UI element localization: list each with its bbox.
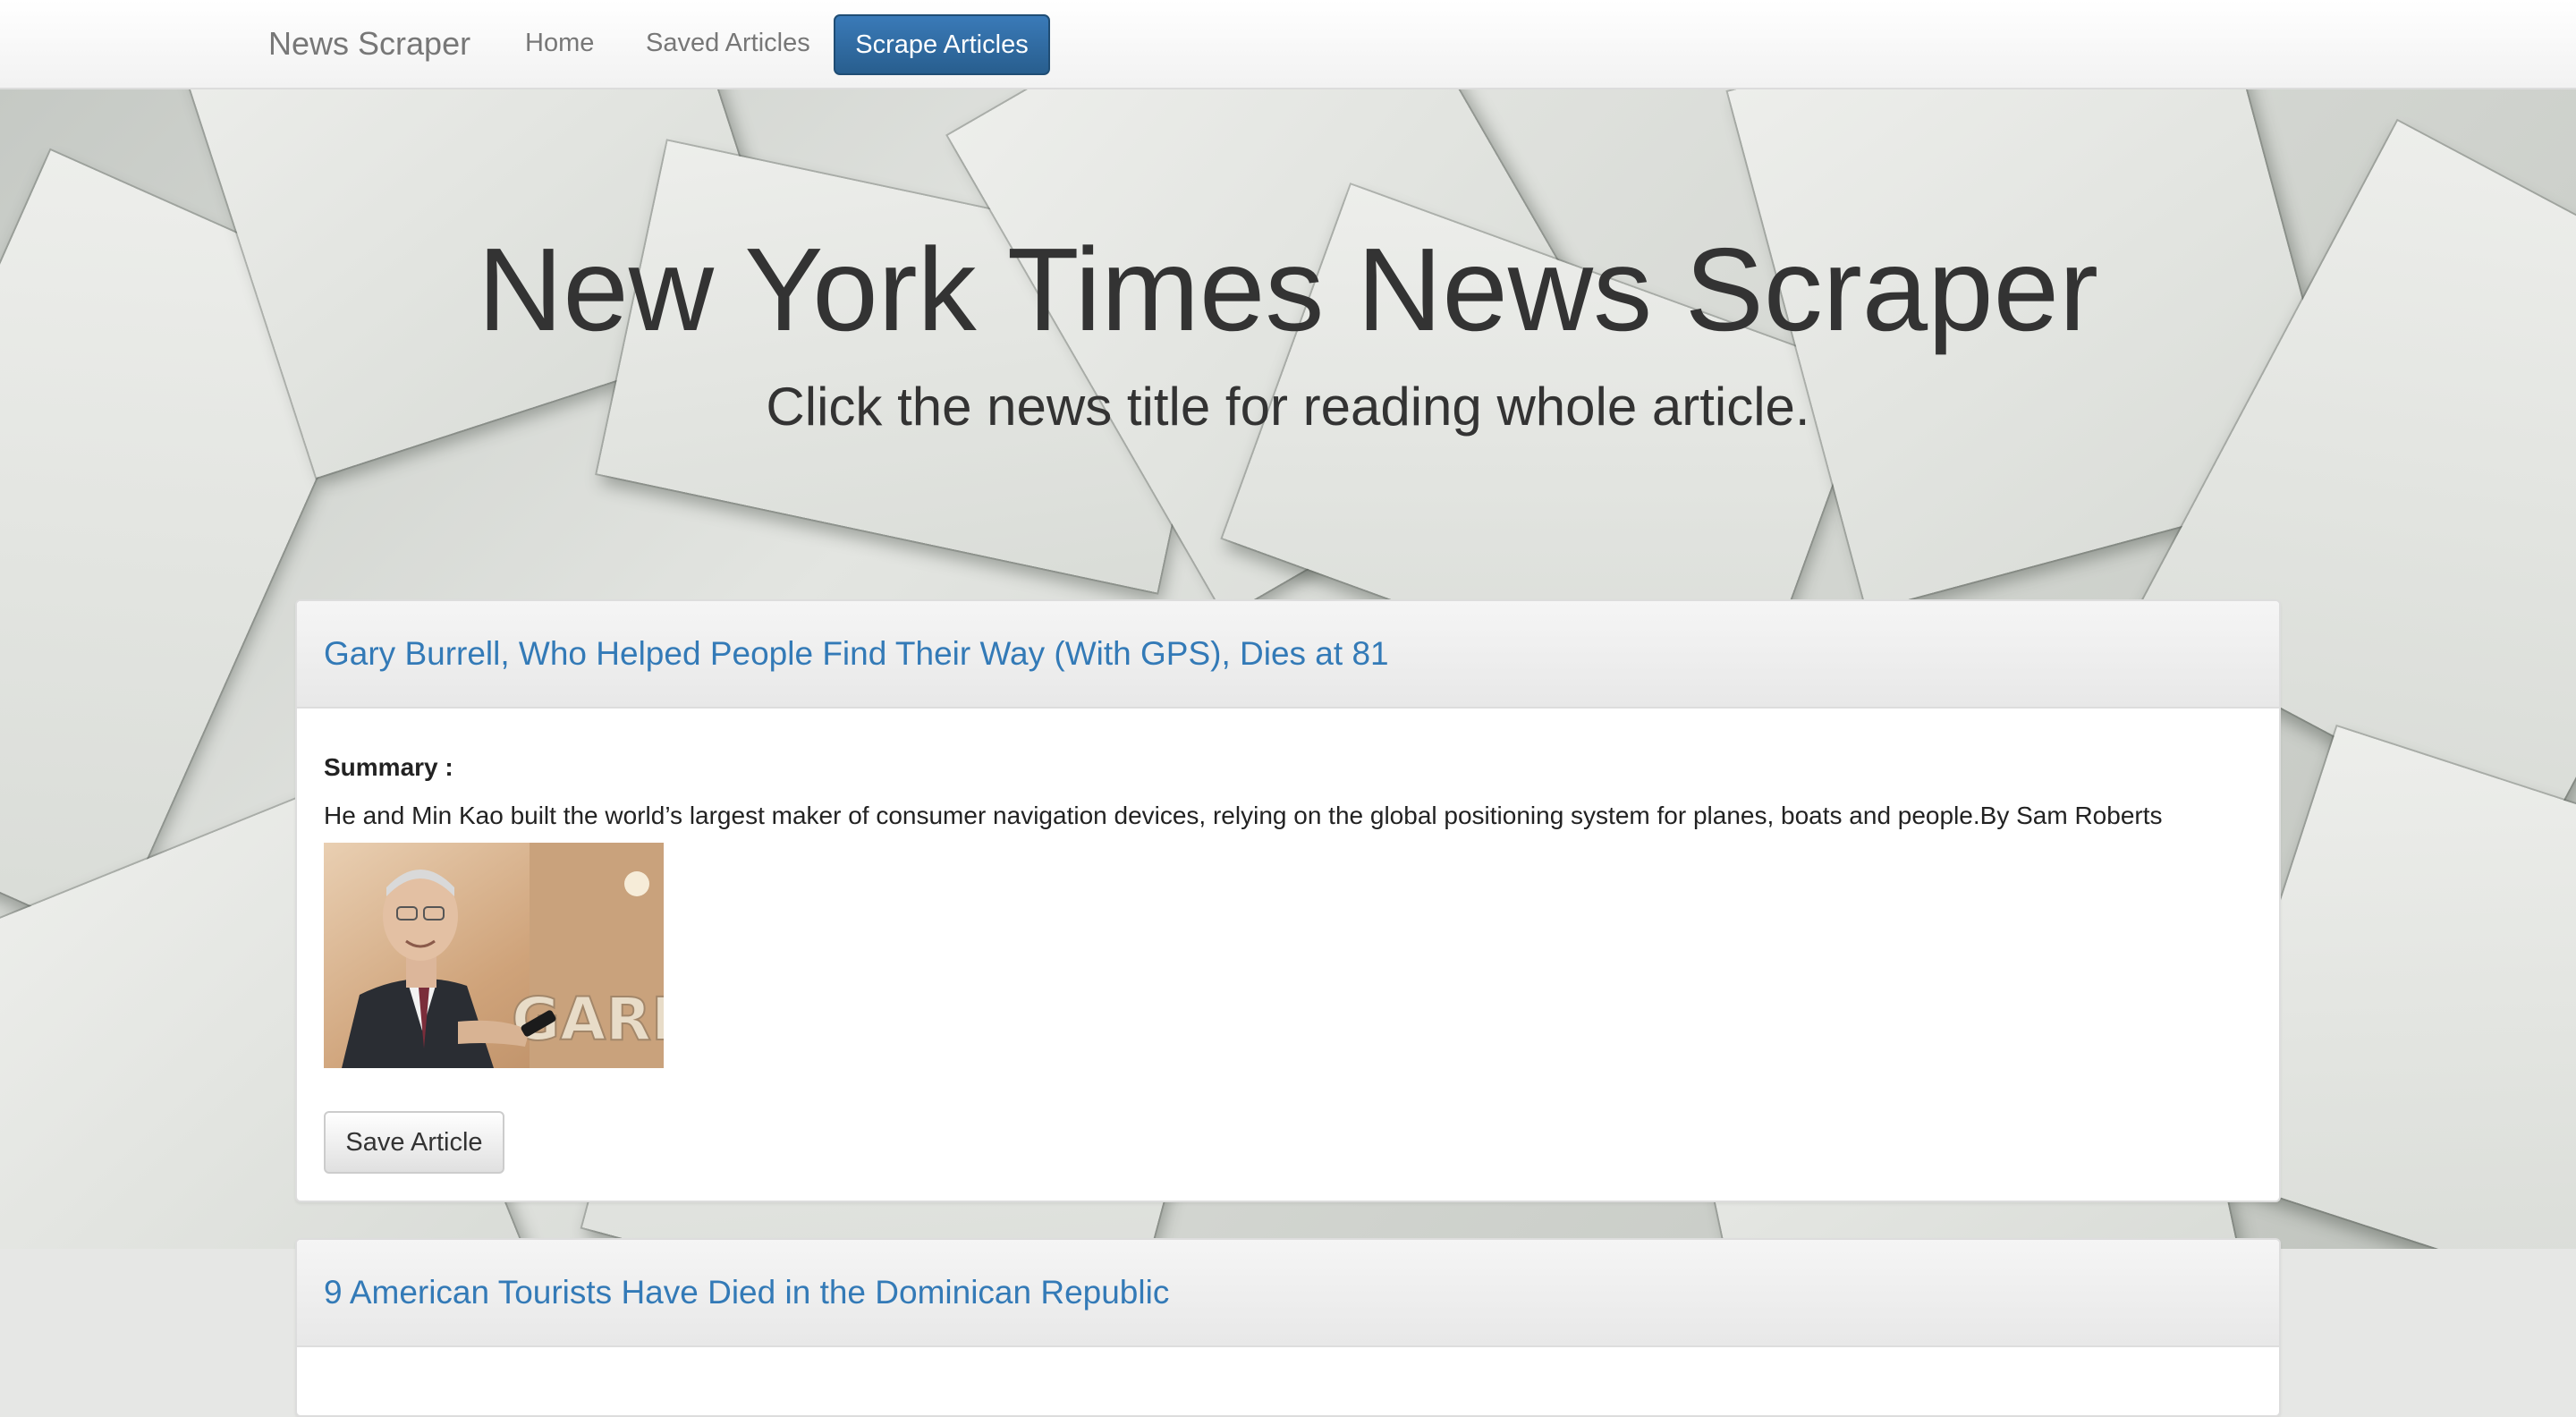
article-card-header: Gary Burrell, Who Helped People Find The… [297, 601, 2279, 708]
article-title-link[interactable]: 9 American Tourists Have Died in the Dom… [324, 1274, 1169, 1311]
nav-home-link[interactable]: Home [525, 29, 594, 58]
page-subtitle: Click the news title for reading whole a… [766, 377, 1810, 437]
scrape-articles-button[interactable]: Scrape Articles [834, 14, 1050, 75]
article-photo: GARMIN [324, 843, 664, 1068]
article-title-link[interactable]: Gary Burrell, Who Helped People Find The… [324, 635, 1389, 673]
summary-label: Summary : [324, 753, 453, 781]
save-article-button[interactable]: Save Article [324, 1111, 504, 1174]
brand-link[interactable]: News Scraper [268, 25, 470, 63]
article-card: Gary Burrell, Who Helped People Find The… [295, 599, 2281, 1202]
article-card: 9 American Tourists Have Died in the Dom… [295, 1238, 2281, 1417]
article-card-header: 9 American Tourists Have Died in the Dom… [297, 1240, 2279, 1347]
page-title: New York Times News Scraper [478, 224, 2098, 355]
nav-saved-articles-link[interactable]: Saved Articles [646, 29, 810, 58]
navbar: News Scraper Home Saved Articles Scrape … [0, 0, 2576, 89]
article-image: GARMIN [324, 843, 664, 1068]
summary-text: He and Min Kao built the world’s largest… [324, 802, 2163, 829]
